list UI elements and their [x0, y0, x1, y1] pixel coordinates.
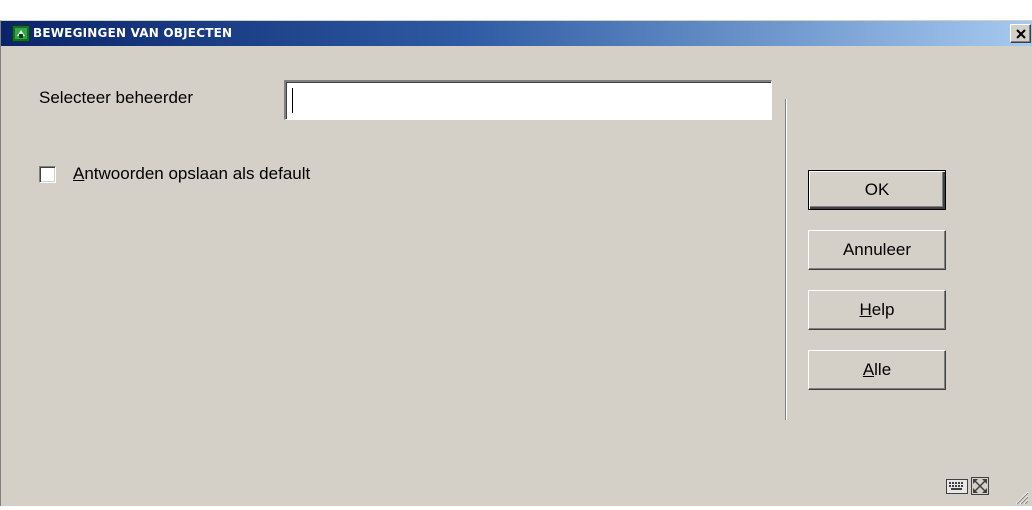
save-as-default-label[interactable]: Antwoorden opslaan als default — [73, 164, 310, 184]
resize-grip-icon[interactable] — [1013, 489, 1029, 510]
maximize-icon[interactable] — [970, 476, 990, 501]
vertical-separator — [785, 99, 787, 420]
text-caret — [292, 88, 293, 113]
help-accel: H — [859, 300, 872, 319]
save-as-default-accel: A — [73, 164, 85, 183]
help-text: elp — [871, 300, 895, 319]
title-bar[interactable]: BEWEGINGEN VAN OBJECTEN — [1, 21, 1032, 46]
window-title: BEWEGINGEN VAN OBJECTEN — [33, 26, 233, 40]
close-icon — [1016, 29, 1026, 39]
help-button[interactable]: Help — [808, 290, 946, 330]
close-button[interactable] — [1010, 24, 1031, 43]
beheerder-input[interactable] — [284, 80, 772, 120]
ok-button[interactable]: OK — [808, 170, 946, 210]
annuleer-button[interactable]: Annuleer — [808, 230, 946, 270]
app-icon — [12, 25, 30, 42]
keyboard-icon[interactable] — [946, 477, 968, 500]
alle-text: lle — [874, 360, 892, 379]
beheerder-label: Selecteer beheerder — [39, 88, 194, 107]
dialog-window: BEWEGINGEN VAN OBJECTEN Selecteer beheer… — [0, 20, 1032, 506]
alle-button[interactable]: Alle — [808, 350, 946, 390]
save-as-default-checkbox[interactable] — [39, 166, 56, 183]
alle-accel: A — [862, 360, 875, 379]
save-as-default-text: ntwoorden opslaan als default — [84, 164, 311, 183]
